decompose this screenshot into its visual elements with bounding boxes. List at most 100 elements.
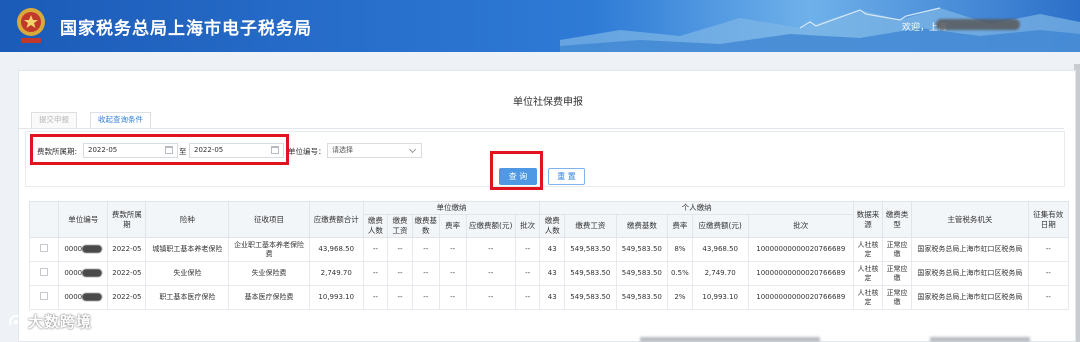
unit-base-cell: -- (411, 237, 440, 262)
personal-base-cell: 549,583.50 (615, 261, 669, 286)
payable-total-cell: 10,993.10 (308, 285, 364, 310)
personal-base-cell: 549,583.50 (615, 237, 669, 262)
site-title: 国家税务总局上海市电子税务局 (60, 19, 312, 39)
unit-count-cell: -- (362, 261, 389, 286)
col-unit-batch: 批次 (514, 214, 541, 238)
table-row[interactable]: 0000 2022-05 城镇职工基本养老保险 企业职工基本养老保险费 43,9… (28, 237, 1070, 262)
tab-submit-declaration[interactable]: 提交申报 (31, 112, 77, 128)
unit-code-redacted (82, 293, 103, 301)
source-cell: 人社核定 (852, 237, 884, 262)
personal-wage-cell: 549,583.50 (564, 237, 617, 262)
unit-code-cell: 0000 (58, 261, 109, 286)
unit-wage-cell: -- (387, 285, 413, 310)
office-cell: 国家税务总局上海市虹口区税务局 (911, 237, 1029, 262)
unit-batch-cell: -- (514, 285, 541, 310)
unit-code-cell: 0000 (58, 285, 109, 310)
fee-type-cell: 正常应缴 (882, 237, 913, 262)
highlight-period-box (30, 134, 289, 165)
highlight-query-box (490, 151, 543, 190)
col-insurance: 险种 (145, 201, 230, 238)
unit-count-cell: -- (362, 237, 389, 262)
col-item: 征收项目 (228, 201, 310, 238)
period-cell: 2022-05 (107, 261, 147, 286)
row-checkbox[interactable] (40, 268, 49, 276)
personal-wage-cell: 549,583.50 (564, 285, 617, 310)
table-row[interactable]: 0000 2022-05 职工基本医疗保险 基本医疗保险费 10,993.10 … (28, 285, 1070, 310)
col-unit-count: 缴费人数 (362, 214, 389, 238)
col-unit-base: 缴费基数 (411, 214, 440, 238)
col-checkbox (28, 201, 60, 238)
watermark-logo-icon (9, 315, 24, 326)
personal-count-cell: 43 (539, 285, 566, 310)
unit-code-value: 0000 (64, 269, 83, 277)
personal-amount-cell: 2,749.70 (691, 261, 749, 286)
reset-button[interactable]: 重 置 (548, 168, 585, 185)
unit-amount-cell: -- (465, 237, 516, 262)
tax-bureau-emblem-icon (17, 8, 45, 43)
col-data-source: 数据来源 (852, 201, 884, 238)
office-cell: 国家税务总局上海市虹口区税务局 (911, 261, 1029, 286)
row-checkbox-cell[interactable] (28, 237, 60, 262)
unit-base-cell: -- (411, 285, 440, 310)
valid-date-cell: -- (1027, 285, 1070, 310)
source-cell: 人社核定 (852, 285, 884, 310)
valid-date-cell: -- (1027, 237, 1070, 262)
row-checkbox[interactable] (40, 244, 49, 252)
col-personal-wage: 缴费工资 (564, 214, 617, 238)
tab-collapse-filter[interactable]: 收起查询条件 (90, 112, 151, 128)
personal-rate-cell: 0.5% (667, 261, 693, 286)
personal-amount-cell: 10,993.10 (691, 285, 749, 310)
unit-rate-cell: -- (438, 237, 467, 262)
site-header: 国家税务总局上海市电子税务局 欢迎，上海 (0, 0, 1080, 52)
col-personal-amount: 应缴费额(元) (691, 214, 749, 238)
payable-total-cell: 43,968.50 (308, 237, 364, 262)
unit-code-redacted (82, 269, 103, 277)
col-valid-date: 征集有效日期 (1027, 201, 1070, 238)
unit-batch-cell: -- (514, 237, 541, 262)
item-cell: 基本医疗保险费 (228, 285, 310, 310)
unit-rate-cell: -- (438, 261, 467, 286)
chevron-down-icon (408, 145, 417, 154)
personal-base-cell: 549,583.50 (615, 285, 669, 310)
insurance-cell: 城镇职工基本养老保险 (145, 237, 230, 262)
col-unit-code: 单位编号 (58, 201, 109, 238)
insurance-cell: 职工基本医疗保险 (145, 285, 230, 310)
row-checkbox-cell[interactable] (28, 285, 60, 310)
unit-code-select-value: 请选择 (332, 146, 353, 154)
col-unit-rate: 费率 (438, 214, 467, 238)
col-personal-count: 缴费人数 (539, 214, 566, 238)
personal-rate-cell: 2% (667, 285, 693, 310)
row-checkbox-cell[interactable] (28, 261, 60, 286)
unit-count-cell: -- (362, 285, 389, 310)
item-cell: 失业保险费 (228, 261, 310, 286)
watermark-text: 大数跨境 (28, 313, 93, 331)
col-personal-batch: 批次 (747, 214, 854, 238)
valid-date-cell: -- (1027, 261, 1070, 286)
personal-count-cell: 43 (539, 261, 566, 286)
fee-type-cell: 正常应缴 (882, 285, 913, 310)
page-title: 单位社保费申报 (513, 97, 583, 108)
col-unit-amount: 应缴费额(元) (465, 214, 516, 238)
insurance-cell: 失业保险 (145, 261, 230, 286)
period-cell: 2022-05 (107, 237, 147, 262)
unit-base-cell: -- (411, 261, 440, 286)
office-cell: 国家税务总局上海市虹口区税务局 (911, 285, 1029, 310)
unit-code-select[interactable]: 请选择 (327, 143, 422, 158)
unit-code-value: 0000 (64, 245, 83, 253)
unit-code-redacted (82, 245, 103, 253)
table-row[interactable]: 0000 2022-05 失业保险 失业保险费 2,749.70 -- -- -… (28, 261, 1070, 286)
col-fee-type: 缴费类型 (882, 201, 913, 238)
personal-count-cell: 43 (539, 237, 566, 262)
unit-code-label: 单位编号： (288, 147, 326, 156)
col-period: 费款所属期 (107, 201, 147, 238)
col-unit-wage: 缴费工资 (387, 214, 413, 238)
unit-wage-cell: -- (387, 237, 413, 262)
main-card: 单位社保费申报 提交申报 收起查询条件 费款所属期: 2022-05 至 202… (18, 70, 1076, 342)
personal-batch-cell: 10000000000020766689 (747, 237, 854, 262)
col-group-unit: 单位缴纳 (362, 201, 541, 215)
row-checkbox[interactable] (40, 292, 49, 300)
user-name-redacted[interactable] (936, 19, 1020, 30)
personal-amount-cell: 43,968.50 (691, 237, 749, 262)
unit-code-cell: 0000 (58, 237, 109, 262)
col-personal-rate: 费率 (667, 214, 693, 238)
